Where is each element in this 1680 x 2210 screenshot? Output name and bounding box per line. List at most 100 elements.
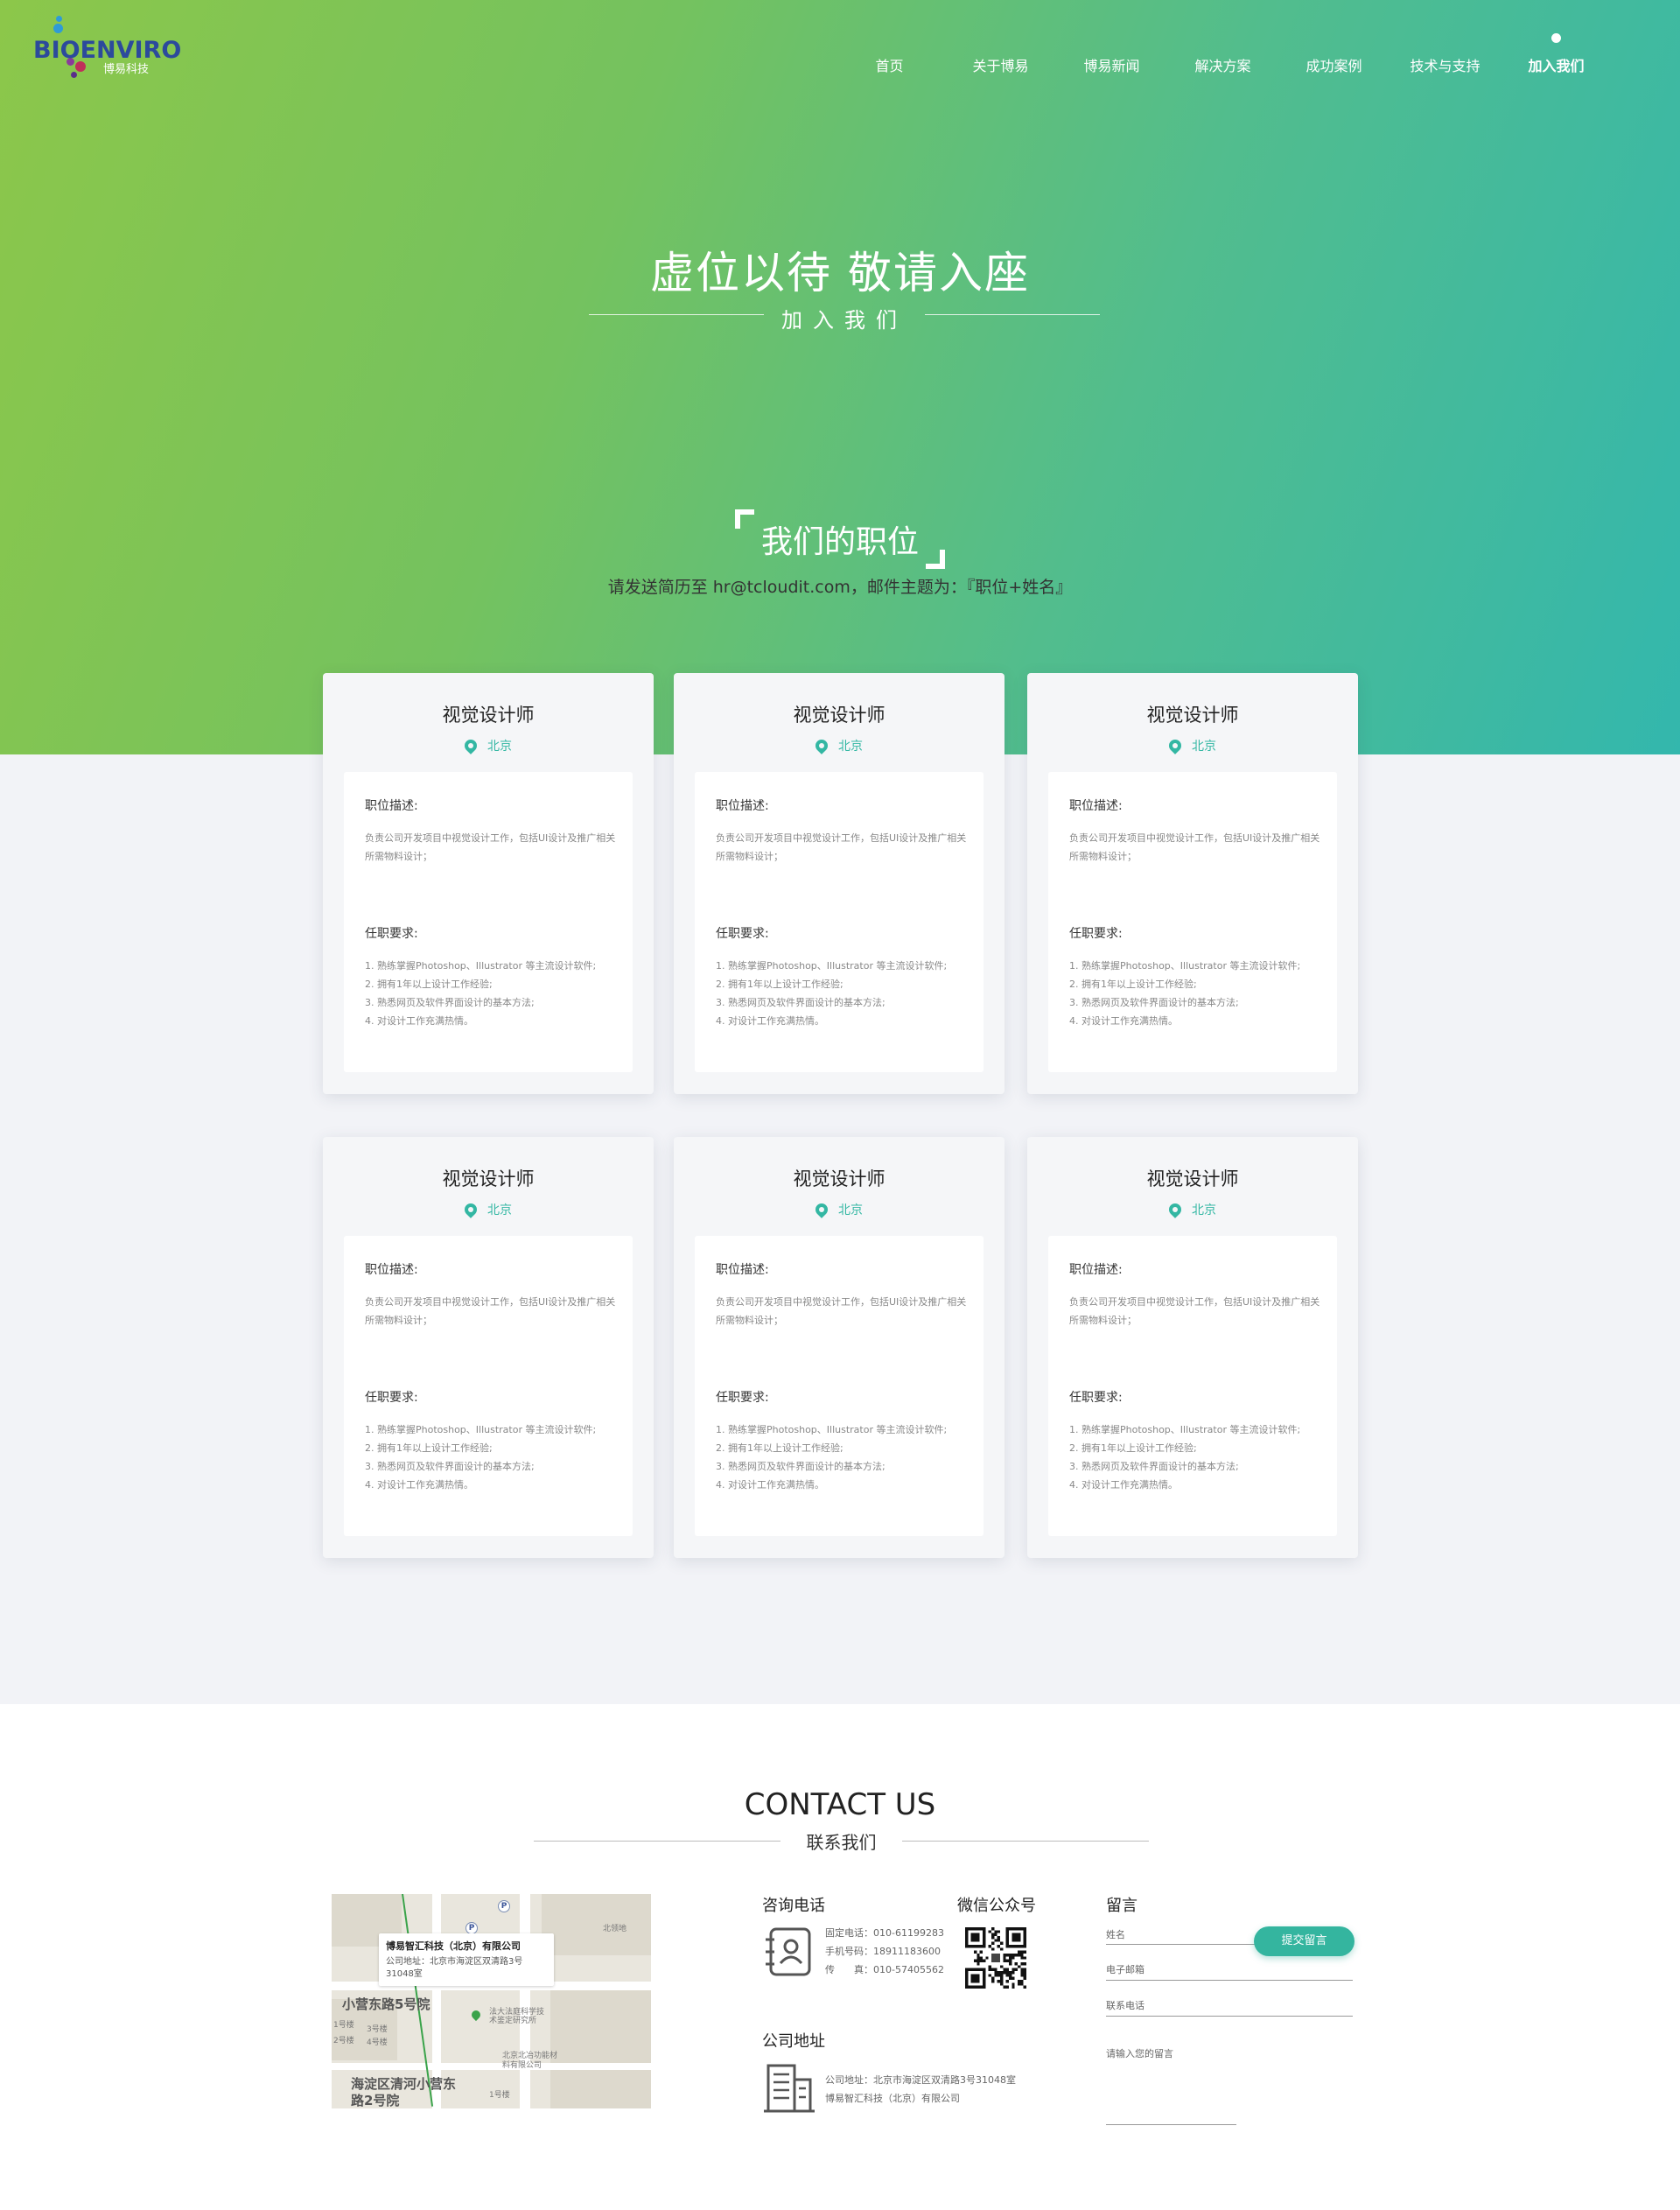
nav-item-about[interactable]: 关于博易 — [945, 54, 1056, 75]
job-desc-label: 职位描述: — [365, 1263, 418, 1277]
message-field[interactable]: 请输入您的留言 — [1106, 2046, 1173, 2060]
email-field[interactable]: 电子邮箱 — [1106, 1962, 1144, 1976]
job-req-list: 1. 熟练掌握Photoshop、Illustrator 等主流设计软件; 2. … — [716, 957, 978, 1030]
job-location: 北京 — [323, 737, 654, 754]
message-title: 留言 — [1106, 1897, 1138, 1915]
job-title: 视觉设计师 — [793, 705, 886, 726]
job-location: 北京 — [674, 1201, 1004, 1218]
job-card[interactable]: 视觉设计师北京职位描述: 负责公司开发项目中视觉设计工作，包括UI设计及推广相关所… — [674, 1137, 1004, 1558]
nav-item-solutions[interactable]: 解决方案 — [1167, 54, 1278, 75]
job-req-item: 2. 拥有1年以上设计工作经验; — [716, 979, 844, 990]
job-card[interactable]: 视觉设计师 北京 职位描述: 负责公司开发项目中视觉设计工作，包括UI设计及推广相关所… — [323, 1137, 654, 1558]
nav-label: 成功案例 — [1306, 58, 1362, 74]
contact-section: CONTACT US 联系我们 P P 北领地 博易智汇科技（北京）有限公司 公… — [0, 1704, 1680, 2210]
brand-logo[interactable]: BIOENVIRO 博易科技 — [33, 16, 181, 84]
nav-item-cases[interactable]: 成功案例 — [1278, 54, 1390, 75]
job-req-label: 任职要求: — [365, 1391, 418, 1405]
job-req-list: 1. 熟练掌握Photoshop、Illustrator 等主流设计软件; 2. … — [365, 957, 627, 1030]
job-details: 职位描述: 负责公司开发项目中视觉设计工作，包括UI设计及推广相关所需物料设计； 任… — [1048, 1236, 1337, 1536]
fax-text: 传 真：010-57405562 — [825, 1964, 944, 1975]
submit-message-button[interactable]: 提交留言 — [1254, 1926, 1354, 1956]
email-underline — [1106, 1980, 1353, 1981]
job-location-text: 北京 — [1192, 1203, 1216, 1217]
mobile-text: 手机号码：18911183600 — [825, 1946, 941, 1957]
parking-icon: P — [498, 1900, 510, 1912]
nav-item-support[interactable]: 技术与支持 — [1390, 54, 1501, 75]
wechat-qr-code-icon[interactable] — [965, 1927, 1026, 1992]
map-label: 4号楼 — [367, 2038, 388, 2047]
job-req-item: 1. 熟练掌握Photoshop、Illustrator 等主流设计软件; — [1069, 1424, 1301, 1435]
job-req-list: 1. 熟练掌握Photoshop、Illustrator 等主流设计软件; 2. … — [365, 1421, 627, 1494]
map-label: 法大法庭科学技术鉴定研究所 — [489, 2008, 545, 2025]
map-label: 1号楼 — [489, 2091, 510, 2100]
job-desc-text: 负责公司开发项目中视觉设计工作，包括UI设计及推广相关所需物料设计； — [365, 1296, 616, 1326]
job-req-label: 任职要求: — [716, 927, 769, 941]
job-card[interactable]: 视觉设计师北京职位描述: 负责公司开发项目中视觉设计工作，包括UI设计及推广相关所… — [1027, 673, 1358, 1094]
map-label: 小营东路5号院 — [342, 1996, 430, 2012]
nav-item-join[interactable]: 加入我们 — [1501, 33, 1612, 75]
job-req-item: 3. 熟悉网页及软件界面设计的基本方法; — [1069, 997, 1239, 1008]
job-details: 职位描述: 负责公司开发项目中视觉设计工作，包括UI设计及推广相关所需物料设计； 任… — [695, 1236, 984, 1536]
job-req-item: 1. 熟练掌握Photoshop、Illustrator 等主流设计软件; — [1069, 960, 1301, 972]
job-location-text: 北京 — [1192, 740, 1216, 754]
address-info: 公司地址：北京市海淀区双清路3号31048室 博易智汇科技（北京）有限公司 — [825, 2071, 1016, 2108]
job-req-item: 1. 熟练掌握Photoshop、Illustrator 等主流设计软件; — [365, 960, 597, 972]
job-location: 北京 — [1027, 737, 1358, 754]
contact-subtitle-block: 联系我们 — [534, 1828, 1149, 1853]
map-pin-icon — [1166, 737, 1184, 754]
job-req-item: 2. 拥有1年以上设计工作经验; — [1069, 1442, 1197, 1454]
name-field[interactable]: 姓名 — [1106, 1927, 1125, 1941]
map-pin-icon — [469, 2008, 483, 2022]
job-location: 北京 — [1027, 1201, 1358, 1218]
phone-field[interactable]: 联系电话 — [1106, 1998, 1144, 2012]
map-popup-title: 博易智汇科技（北京）有限公司 — [386, 1940, 521, 1952]
job-req-item: 3. 熟悉网页及软件界面设计的基本方法; — [365, 1461, 535, 1472]
nav-label: 首页 — [875, 58, 904, 74]
job-card[interactable]: 视觉设计师北京职位描述: 负责公司开发项目中视觉设计工作，包括UI设计及推广相关所… — [674, 673, 1004, 1094]
job-location-text: 北京 — [487, 1203, 512, 1217]
job-location: 北京 — [674, 737, 1004, 754]
job-req-item: 4. 对设计工作充满热情。 — [716, 1479, 824, 1491]
contact-card-icon — [764, 1926, 813, 1981]
nav-item-news[interactable]: 博易新闻 — [1056, 54, 1167, 75]
job-req-label: 任职要求: — [365, 927, 418, 941]
job-req-item: 4. 对设计工作充满热情。 — [1069, 1015, 1178, 1027]
main-nav: 首页 关于博易 博易新闻 解决方案 成功案例 技术与支持 加入我们 — [834, 33, 1612, 75]
job-details: 职位描述: 负责公司开发项目中视觉设计工作，包括UI设计及推广相关所需物料设计； 任… — [1048, 772, 1337, 1072]
job-desc-label: 职位描述: — [1069, 799, 1123, 813]
job-location-text: 北京 — [838, 1203, 863, 1217]
map-pin-icon — [813, 737, 830, 754]
nav-item-home[interactable]: 首页 — [834, 54, 945, 75]
map-label: 3号楼 — [367, 2025, 388, 2034]
job-desc-label: 职位描述: — [716, 1263, 769, 1277]
job-desc-text: 负责公司开发项目中视觉设计工作，包括UI设计及推广相关所需物料设计； — [1069, 1296, 1320, 1326]
job-desc-label: 职位描述: — [716, 799, 769, 813]
message-underline — [1106, 2124, 1236, 2125]
job-desc-text: 负责公司开发项目中视觉设计工作，包括UI设计及推广相关所需物料设计； — [1069, 832, 1320, 862]
logo-dot-icon — [53, 24, 63, 33]
job-desc-text: 负责公司开发项目中视觉设计工作，包括UI设计及推广相关所需物料设计； — [365, 832, 616, 862]
job-location-text: 北京 — [838, 740, 863, 754]
job-req-item: 4. 对设计工作充满热情。 — [365, 1015, 473, 1027]
map-label: 北领地 — [603, 1925, 627, 1933]
hero-subtitle: 加入我们 — [781, 308, 907, 333]
job-title: 视觉设计师 — [793, 1168, 886, 1189]
location-map[interactable]: P P 北领地 博易智汇科技（北京）有限公司 公司地址：北京市海淀区双清路3号3… — [332, 1894, 651, 2108]
job-req-item: 3. 熟悉网页及软件界面设计的基本方法; — [716, 997, 886, 1008]
phone-info: 固定电话：010-61199283 手机号码：18911183600 传 真：0… — [825, 1924, 944, 1979]
job-req-label: 任职要求: — [1069, 1391, 1123, 1405]
job-desc-text: 负责公司开发项目中视觉设计工作，包括UI设计及推广相关所需物料设计； — [716, 832, 967, 862]
logo-dot-icon — [56, 16, 62, 22]
positions-title-text: 我们的职位 — [760, 524, 919, 560]
divider — [902, 1841, 1149, 1842]
phone-underline — [1106, 2016, 1353, 2017]
map-pin-icon — [813, 1201, 830, 1218]
job-req-item: 1. 熟练掌握Photoshop、Illustrator 等主流设计软件; — [365, 1424, 597, 1435]
job-req-item: 4. 对设计工作充满热情。 — [716, 1015, 824, 1027]
job-card[interactable]: 视觉设计师 北京 职位描述: 负责公司开发项目中视觉设计工作，包括UI设计及推广相关所… — [323, 673, 654, 1094]
job-location: 北京 — [323, 1201, 654, 1218]
parking-icon: P — [466, 1922, 478, 1934]
job-card[interactable]: 视觉设计师 北京 职位描述: 负责公司开发项目中视觉设计工作，包括UI设计及推广相关所… — [1027, 1137, 1358, 1558]
job-desc-text: 负责公司开发项目中视觉设计工作，包括UI设计及推广相关所需物料设计； — [716, 1296, 967, 1326]
job-title: 视觉设计师 — [1146, 705, 1239, 726]
